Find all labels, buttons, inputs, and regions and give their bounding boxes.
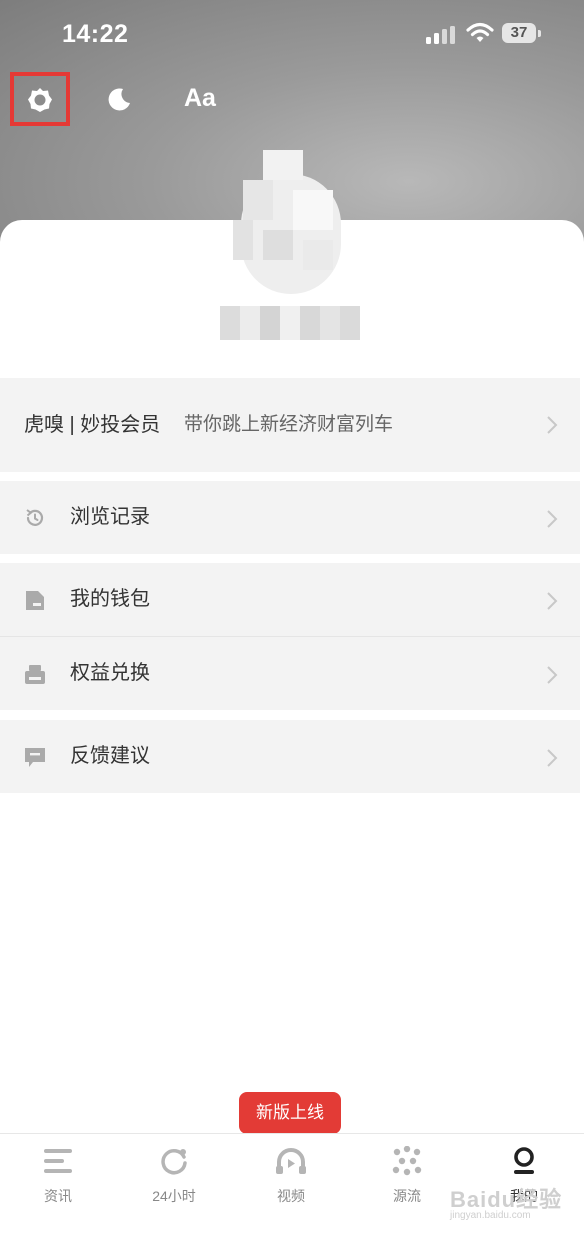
font-size-button[interactable]: Aa: [184, 84, 216, 113]
status-time: 14:22: [62, 20, 129, 48]
feedback-icon: [25, 748, 45, 767]
tab-label: 资讯: [44, 1188, 72, 1204]
member-subtitle: 带你跳上新经济财富列车: [184, 414, 394, 435]
battery-indicator: 37: [502, 23, 542, 45]
tab-video[interactable]: 视频: [233, 1134, 349, 1239]
battery-level: 37: [510, 24, 528, 41]
refresh-icon: [161, 1149, 187, 1175]
member-title: 虎嗅 | 妙投会员: [24, 414, 161, 436]
chevron-right-icon: [547, 416, 558, 434]
menu-item-wallet[interactable]: 我的钱包: [0, 563, 580, 636]
chevron-right-icon: [547, 666, 558, 684]
tab-source[interactable]: 源流: [349, 1134, 465, 1239]
chevron-right-icon: [547, 749, 558, 767]
tab-label: 源流: [393, 1188, 421, 1204]
menu-item-label: 浏览记录: [70, 506, 150, 528]
chevron-right-icon: [547, 592, 558, 610]
news-icon: [44, 1149, 72, 1173]
tab-label: 视频: [277, 1188, 305, 1204]
avatar[interactable]: [223, 140, 363, 300]
status-bar: 14:22 37: [0, 0, 584, 70]
member-banner[interactable]: 虎嗅 | 妙投会员 带你跳上新经济财富列车: [0, 378, 580, 472]
chevron-right-icon: [547, 510, 558, 528]
wifi-icon: [466, 22, 494, 42]
cellular-signal-icon: [426, 26, 455, 44]
profile-icon: [514, 1147, 534, 1174]
source-icon: [392, 1146, 422, 1176]
tab-news[interactable]: 资讯: [0, 1134, 116, 1239]
menu-item-history[interactable]: 浏览记录: [0, 481, 580, 554]
redeem-icon: [25, 665, 45, 684]
wallet-icon: [26, 591, 44, 610]
new-version-badge: 新版上线: [239, 1092, 341, 1141]
menu-item-label: 权益兑换: [70, 662, 150, 684]
menu-item-feedback[interactable]: 反馈建议: [0, 720, 580, 793]
tab-24h[interactable]: 24小时: [116, 1134, 232, 1239]
history-icon: [26, 509, 44, 526]
baidu-watermark: Baidu经验 jingyan.baidu.com: [450, 1182, 580, 1232]
menu-item-label: 我的钱包: [70, 588, 150, 610]
menu-item-label: 反馈建议: [70, 745, 150, 767]
night-mode-icon[interactable]: [106, 86, 132, 112]
menu-item-redeem[interactable]: 权益兑换: [0, 637, 580, 710]
video-icon: [276, 1148, 306, 1174]
tab-label: 24小时: [152, 1188, 196, 1204]
gear-icon: [28, 88, 52, 112]
username-blurred: [220, 306, 360, 340]
watermark-url: jingyan.baidu.com: [450, 1210, 531, 1221]
settings-button[interactable]: [10, 72, 70, 126]
